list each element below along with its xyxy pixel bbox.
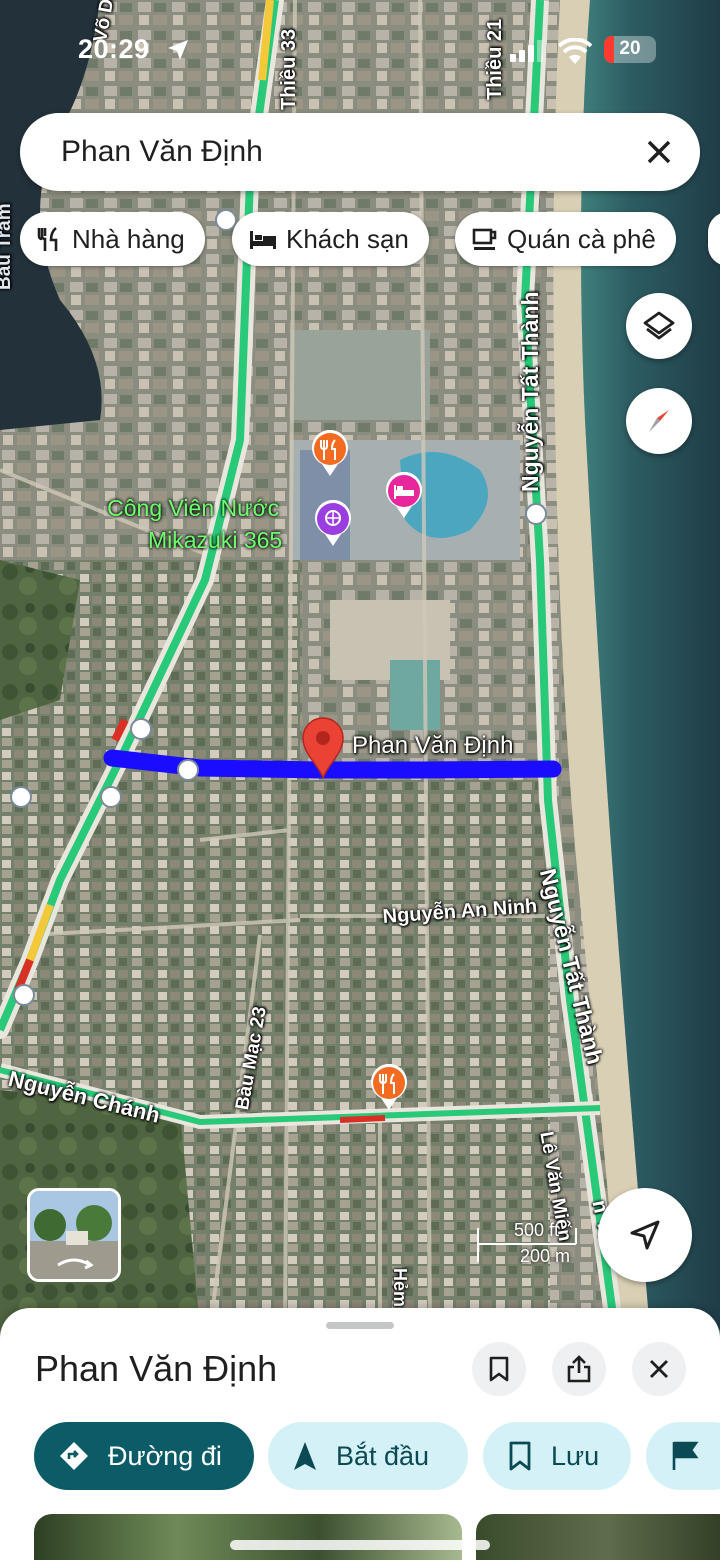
satellite-map: [0, 0, 720, 1330]
chip-label: Quán cà phê: [507, 223, 656, 254]
navigation-arrow-icon: [630, 1220, 660, 1250]
restaurant-marker[interactable]: [310, 429, 350, 481]
chip-hotels[interactable]: Khách sạn: [232, 212, 429, 266]
pin-label: Phan Văn Định: [352, 732, 514, 759]
place-photo[interactable]: [34, 1514, 462, 1560]
chip-cafes[interactable]: Quán cà phê: [455, 212, 676, 266]
close-icon: [650, 1360, 668, 1378]
street-label-hem: Hẻm: [390, 1268, 410, 1308]
action-label: Bắt đầu: [336, 1440, 430, 1471]
flag-icon: [670, 1440, 700, 1472]
bus-stop-icon[interactable]: [525, 503, 547, 525]
status-bar: 20:29 20: [0, 30, 720, 70]
layers-button[interactable]: [626, 293, 692, 359]
poi-label-line-1: Công Viên Nước: [107, 495, 280, 521]
location-pin[interactable]: [300, 716, 346, 783]
bed-icon: [386, 471, 422, 518]
action-label: Lưu: [551, 1440, 600, 1471]
street-label-nguyen-tat-thanh-upper: Nguyễn Tất Thành: [517, 291, 543, 492]
bus-stop-icon[interactable]: [130, 718, 152, 740]
action-label: Đường đi: [108, 1440, 222, 1471]
scale-meters: 200 m: [520, 1246, 571, 1266]
battery-percent: 20: [619, 38, 641, 59]
action-buttons: Đường đi Bắt đầu Lưu: [0, 1422, 720, 1490]
bed-icon: [248, 225, 278, 253]
fork-knife-icon: [312, 429, 348, 476]
bus-stop-icon[interactable]: [13, 984, 35, 1006]
status-time: 20:29: [78, 34, 150, 64]
search-query[interactable]: Phan Văn Định: [61, 135, 263, 169]
chip-restaurants[interactable]: Nhà hàng: [20, 212, 205, 266]
wifi-icon: [558, 38, 592, 64]
map-scale: 500 ft 200 m: [476, 1220, 596, 1270]
chip-more[interactable]: [708, 212, 720, 266]
drag-handle[interactable]: [326, 1322, 394, 1329]
hotel-marker[interactable]: [384, 471, 424, 523]
attraction-marker[interactable]: [313, 499, 353, 551]
place-title: Phan Văn Định: [35, 1348, 278, 1389]
cellular-signal-icon: [510, 40, 543, 62]
amusement-park-icon: [315, 499, 351, 546]
fork-knife-icon: [36, 225, 64, 253]
location-arrow-icon: [168, 40, 188, 60]
street-view-thumbnail[interactable]: [27, 1188, 121, 1282]
place-bottom-sheet[interactable]: Phan Văn Định Đường đi Bắt đầu Lưu: [0, 1308, 720, 1560]
navigation-arrow-icon: [292, 1440, 318, 1472]
bus-stop-icon[interactable]: [100, 786, 122, 808]
close-icon[interactable]: [642, 135, 676, 169]
start-button[interactable]: Bắt đầu: [268, 1422, 468, 1490]
poi-label-water-park[interactable]: Công Viên Nước Mikazuki 365: [104, 492, 282, 556]
battery-indicator: 20: [604, 36, 656, 63]
scale-feet: 500 ft: [514, 1220, 560, 1240]
bookmark-icon: [507, 1440, 533, 1472]
share-button[interactable]: [552, 1342, 606, 1396]
more-actions-button[interactable]: [646, 1422, 720, 1490]
category-chips: Nhà hàng Khách sạn Quán cà phê: [20, 212, 720, 268]
compass-button[interactable]: [626, 388, 692, 454]
directions-button[interactable]: Đường đi: [34, 1422, 254, 1490]
street-label-bau-tram: Bàu Tràm: [0, 203, 15, 290]
coffee-cup-icon: [471, 225, 499, 253]
bookmark-icon: [489, 1356, 509, 1382]
save-icon-button[interactable]: [472, 1342, 526, 1396]
photo-strip: [0, 1514, 720, 1560]
directions-icon: [58, 1440, 90, 1472]
place-photo[interactable]: [476, 1514, 720, 1560]
bus-stop-icon[interactable]: [10, 786, 32, 808]
compass-icon: [649, 410, 669, 432]
restaurant-marker-south[interactable]: [369, 1063, 409, 1115]
street-view-photo: [30, 1191, 118, 1279]
chip-label: Nhà hàng: [72, 223, 185, 254]
map-pin-icon: [302, 717, 344, 781]
search-bar[interactable]: Phan Văn Định: [20, 113, 700, 191]
save-button[interactable]: Lưu: [483, 1422, 631, 1490]
fork-knife-icon: [371, 1063, 407, 1110]
share-icon: [567, 1355, 591, 1383]
my-location-button[interactable]: [598, 1188, 692, 1282]
map-view[interactable]: Võ Duy Dư Thiều 33 Thiều 21 Bàu Tràm Ngu…: [0, 0, 720, 1330]
chip-label: Khách sạn: [286, 223, 409, 254]
close-sheet-button[interactable]: [632, 1342, 686, 1396]
home-indicator[interactable]: [230, 1540, 490, 1550]
poi-label-line-2: Mikazuki 365: [148, 527, 283, 553]
bus-stop-icon[interactable]: [177, 759, 199, 781]
layers-icon: [643, 311, 675, 340]
